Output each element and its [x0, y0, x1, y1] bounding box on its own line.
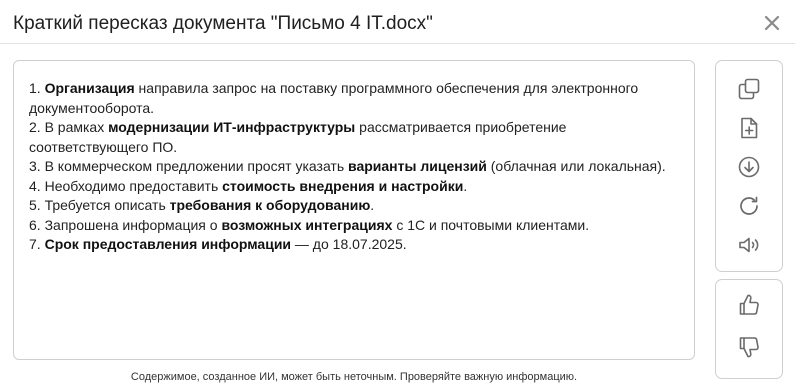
item-text: .: [463, 177, 468, 194]
item-text: Требуется описать: [44, 197, 170, 213]
summary-item: 1. Организация направила запрос на поста…: [29, 79, 680, 118]
item-number: 4.: [29, 177, 45, 194]
item-bold-text: возможных интеграциях: [221, 216, 393, 233]
item-text: Запрошена информация о: [44, 216, 222, 233]
summary-item: 7. Срок предоставления информации — до 1…: [29, 235, 680, 255]
summary-list: 1. Организация направила запрос на поста…: [14, 61, 694, 255]
item-text: В рамках: [44, 119, 109, 135]
regenerate-button[interactable]: [716, 191, 782, 221]
item-text: Необходимо предоставить: [44, 177, 223, 194]
summary-item: 5. Требуется описать требования к оборуд…: [29, 196, 680, 216]
summary-panel: 1. Организация направила запрос на поста…: [13, 60, 695, 360]
close-icon[interactable]: [763, 14, 781, 32]
new-document-icon: [741, 117, 758, 139]
item-text: В коммерческом предложении просят указат…: [44, 158, 349, 174]
item-number: 5.: [29, 197, 45, 213]
summary-item: 3. В коммерческом предложении просят ука…: [29, 157, 680, 177]
feedback-toolbar: [715, 279, 783, 379]
item-text: — до 18.07.2025.: [291, 236, 407, 252]
item-number: 1.: [29, 80, 45, 96]
item-text: (облачная или локальная).: [486, 158, 666, 174]
dislike-button[interactable]: [716, 332, 782, 362]
item-bold-text: требования к оборудованию: [169, 197, 371, 213]
create-document-button[interactable]: [716, 113, 782, 143]
like-button[interactable]: [716, 290, 782, 320]
dialog-title: Краткий пересказ документа "Письмо 4 IT.…: [13, 13, 433, 34]
summary-item: 4. Необходимо предоставить стоимость вне…: [29, 177, 680, 197]
item-number: 2.: [29, 119, 45, 135]
thumbs-down-icon: [739, 337, 759, 358]
item-number: 3.: [29, 158, 45, 174]
download-button[interactable]: [716, 152, 782, 182]
item-bold-text: варианты лицензий: [348, 158, 487, 174]
item-text: с 1С и почтовыми клиентами.: [392, 216, 590, 233]
thumbs-up-icon: [739, 294, 759, 315]
download-icon: [738, 156, 760, 178]
item-text: .: [370, 197, 375, 213]
summary-item: 2. В рамках модернизации ИТ-инфраструкту…: [29, 118, 680, 157]
regenerate-icon: [740, 196, 758, 215]
speaker-icon: [739, 237, 759, 253]
copy-icon: [738, 78, 760, 100]
copy-button[interactable]: [716, 74, 782, 104]
item-number: 7.: [29, 236, 45, 252]
item-bold-text: Срок предоставления информации: [44, 236, 292, 252]
actions-toolbar: [715, 60, 783, 272]
item-bold-text: стоимость внедрения и настройки: [222, 177, 464, 194]
ai-disclaimer: Содержимое, созданное ИИ, может быть нет…: [130, 371, 578, 383]
summary-item: 6. Запрошена информация о возможных инте…: [29, 216, 680, 236]
read-aloud-button[interactable]: [716, 230, 782, 260]
dialog-header: Краткий пересказ документа "Письмо 4 IT.…: [0, 0, 795, 44]
item-number: 6.: [29, 216, 45, 233]
item-bold-text: Организация: [44, 80, 135, 96]
item-bold-text: модернизации ИТ-инфраструктуры: [108, 119, 356, 135]
